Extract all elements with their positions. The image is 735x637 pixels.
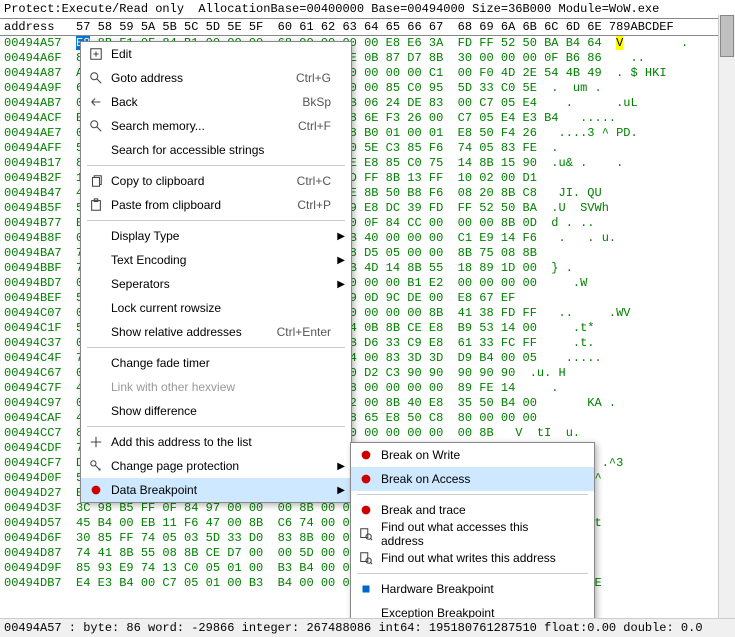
menu-shortcut: Ctrl+P xyxy=(297,198,331,212)
menu-item-label: Seperators xyxy=(111,277,331,291)
scrollbar[interactable] xyxy=(718,15,735,619)
menu-item-break-on-access[interactable]: Break on Access xyxy=(351,467,594,491)
status-bar: 00494A57 : byte: 86 word: -29866 integer… xyxy=(0,618,735,637)
blank-icon xyxy=(87,227,105,245)
menu-item-change-page-protection[interactable]: Change page protection ▶ xyxy=(81,454,351,478)
columns-header: address 57 58 59 5A 5B 5C 5D 5E 5F 60 61… xyxy=(0,19,735,36)
blank-icon xyxy=(87,251,105,269)
menu-separator xyxy=(87,347,345,348)
blank-icon xyxy=(87,323,105,341)
menu-item-break-on-write[interactable]: Break on Write xyxy=(351,443,594,467)
menu-item-label: Edit xyxy=(111,47,331,61)
menu-item-find-out-what-writes-this-address[interactable]: Find out what writes this address xyxy=(351,546,594,570)
menu-item-label: Break on Write xyxy=(381,448,574,462)
blank-icon xyxy=(87,378,105,396)
menu-item-label: Link with other hexview xyxy=(111,380,331,394)
menu-item-display-type[interactable]: Display Type ▶ xyxy=(81,224,351,248)
menu-item-search-memory[interactable]: Search memory... Ctrl+F xyxy=(81,114,351,138)
menu-item-goto-address[interactable]: Goto address Ctrl+G xyxy=(81,66,351,90)
menu-item-label: Back xyxy=(111,95,282,109)
menu-shortcut: Ctrl+F xyxy=(298,119,331,133)
find-icon xyxy=(357,525,375,543)
menu-item-label: Find out what writes this address xyxy=(381,551,574,565)
menu-item-label: Copy to clipboard xyxy=(111,174,277,188)
menu-item-label: Break and trace xyxy=(381,503,574,517)
blank-icon xyxy=(87,299,105,317)
menu-item-label: Hardware Breakpoint xyxy=(381,582,574,596)
bp-icon xyxy=(357,470,375,488)
menu-item-label: Lock current rowsize xyxy=(111,301,331,315)
blank-icon xyxy=(87,354,105,372)
menu-item-label: Break on Access xyxy=(381,472,574,486)
menu-item-change-fade-timer[interactable]: Change fade timer xyxy=(81,351,351,375)
menu-shortcut: BkSp xyxy=(302,95,331,109)
submenu-arrow-icon: ▶ xyxy=(337,231,345,242)
menu-item-hardware-breakpoint[interactable]: Hardware Breakpoint xyxy=(351,577,594,601)
menu-separator xyxy=(87,165,345,166)
bp-icon xyxy=(87,481,105,499)
menu-item-link-with-other-hexview: Link with other hexview xyxy=(81,375,351,399)
menu-item-label: Search for accessible strings xyxy=(111,143,331,157)
menu-item-label: Text Encoding xyxy=(111,253,331,267)
menu-separator xyxy=(357,494,588,495)
menu-item-label: Find out what accesses this address xyxy=(381,520,574,548)
menu-item-seperators[interactable]: Seperators ▶ xyxy=(81,272,351,296)
menu-item-label: Change page protection xyxy=(111,459,331,473)
key-icon xyxy=(87,457,105,475)
blank-icon xyxy=(87,402,105,420)
bp-icon xyxy=(357,446,375,464)
menu-item-paste-from-clipboard[interactable]: Paste from clipboard Ctrl+P xyxy=(81,193,351,217)
plus-icon xyxy=(87,433,105,451)
context-menu[interactable]: Edit Goto address Ctrl+G Back BkSp Search mem… xyxy=(80,41,352,503)
menu-item-show-difference[interactable]: Show difference xyxy=(81,399,351,423)
copy-icon xyxy=(87,172,105,190)
menu-item-label: Goto address xyxy=(111,71,276,85)
menu-item-show-relative-addresses[interactable]: Show relative addresses Ctrl+Enter xyxy=(81,320,351,344)
find-icon xyxy=(357,549,375,567)
blank-icon xyxy=(87,141,105,159)
menu-item-data-breakpoint[interactable]: Data Breakpoint ▶ xyxy=(81,478,351,502)
menu-item-label: Data Breakpoint xyxy=(111,483,331,497)
menu-item-add-this-address-to-the-list[interactable]: Add this address to the list xyxy=(81,430,351,454)
menu-item-copy-to-clipboard[interactable]: Copy to clipboard Ctrl+C xyxy=(81,169,351,193)
menu-separator xyxy=(87,426,345,427)
menu-item-text-encoding[interactable]: Text Encoding ▶ xyxy=(81,248,351,272)
menu-item-lock-current-rowsize[interactable]: Lock current rowsize xyxy=(81,296,351,320)
sq-icon xyxy=(357,580,375,598)
bp-icon xyxy=(357,501,375,519)
submenu-data-breakpoint[interactable]: Break on Write Break on Access Break and t… xyxy=(350,442,595,626)
menu-item-label: Show relative addresses xyxy=(111,325,257,339)
menu-item-label: Show difference xyxy=(111,404,331,418)
submenu-arrow-icon: ▶ xyxy=(337,485,345,496)
menu-item-label: Add this address to the list xyxy=(111,435,331,449)
menu-shortcut: Ctrl+Enter xyxy=(277,325,331,339)
back-icon xyxy=(87,93,105,111)
submenu-arrow-icon: ▶ xyxy=(337,279,345,290)
menu-item-search-for-accessible-strings[interactable]: Search for accessible strings xyxy=(81,138,351,162)
paste-icon xyxy=(87,196,105,214)
menu-shortcut: Ctrl+G xyxy=(296,71,331,85)
menu-item-back[interactable]: Back BkSp xyxy=(81,90,351,114)
scrollbar-thumb[interactable] xyxy=(720,15,734,57)
submenu-arrow-icon: ▶ xyxy=(337,461,345,472)
menu-separator xyxy=(87,220,345,221)
menu-item-label: Paste from clipboard xyxy=(111,198,277,212)
menu-item-label: Display Type xyxy=(111,229,331,243)
search-icon xyxy=(87,117,105,135)
menu-item-break-and-trace[interactable]: Break and trace xyxy=(351,498,594,522)
edit-icon xyxy=(87,45,105,63)
menu-separator xyxy=(357,573,588,574)
menu-item-label: Search memory... xyxy=(111,119,278,133)
menu-item-label: Change fade timer xyxy=(111,356,331,370)
goto-icon xyxy=(87,69,105,87)
menu-shortcut: Ctrl+C xyxy=(297,174,331,188)
menu-item-find-out-what-accesses-this-address[interactable]: Find out what accesses this address xyxy=(351,522,594,546)
submenu-arrow-icon: ▶ xyxy=(337,255,345,266)
protect-header: Protect:Execute/Read only AllocationBase… xyxy=(0,0,735,19)
blank-icon xyxy=(87,275,105,293)
menu-item-edit[interactable]: Edit xyxy=(81,42,351,66)
